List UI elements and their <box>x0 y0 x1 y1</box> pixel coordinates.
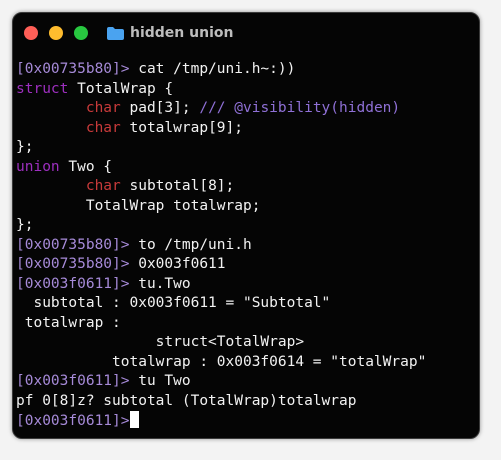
terminal-line: [0x00735b80]> 0x003f0611 <box>16 255 479 275</box>
terminal-line: TotalWrap totalwrap; <box>16 197 479 217</box>
terminal-text: tu Two <box>138 373 191 389</box>
terminal-text: 0x003f0611 <box>138 256 226 272</box>
terminal-window: hidden union [0x00735b80]> cat /tmp/uni.… <box>12 12 480 439</box>
terminal-text: cat /tmp/uni.h~:)) <box>138 61 296 77</box>
maximize-button[interactable] <box>74 26 88 40</box>
minimize-button[interactable] <box>49 26 63 40</box>
terminal-text: char <box>85 178 121 194</box>
title-bar: hidden union <box>13 13 479 49</box>
prompt-text: [0x003f0611]> <box>16 275 139 292</box>
close-button[interactable] <box>24 26 38 40</box>
terminal-line: char pad[3]; /// @visibility(hidden) <box>16 99 479 119</box>
terminal-line: totalwrap : <box>16 314 479 334</box>
folder-icon <box>107 26 124 40</box>
terminal-line: subtotal : 0x003f0611 = "Subtotal" <box>16 294 479 314</box>
terminal-line: union Two { <box>16 158 479 178</box>
terminal-line: struct<TotalWrap> <box>16 333 479 353</box>
prompt-text: [0x003f0611]> <box>16 373 139 389</box>
terminal-text: totalwrap[9]; <box>120 119 243 136</box>
terminal-text: struct <box>16 80 69 97</box>
terminal-text: /// @visibility(hidden) <box>199 100 401 116</box>
prompt-text: [0x003f0611]> <box>16 413 130 429</box>
terminal-line: [0x00735b80]> to /tmp/uni.h <box>16 236 479 256</box>
terminal-text: subtotal : 0x003f0611 = "Subtotal" <box>16 295 331 311</box>
terminal-text: pf 0[8]z? subtotal (TotalWrap)totalwrap <box>16 392 357 409</box>
terminal-line: [0x00735b80]> cat /tmp/uni.h~:)) <box>16 60 479 80</box>
terminal-text: struct<TotalWrap> <box>16 334 305 350</box>
terminal-line: struct TotalWrap { <box>16 80 479 100</box>
terminal-line: pf 0[8]z? subtotal (TotalWrap)totalwrap <box>16 392 479 412</box>
terminal-line: }; <box>16 138 479 158</box>
prompt-text: [0x00735b80]> <box>16 236 139 253</box>
prompt-text: [0x00735b80]> <box>16 61 139 77</box>
terminal-line: [0x003f0611]> tu Two <box>16 372 479 392</box>
terminal-text: TotalWrap totalwrap; <box>16 197 261 214</box>
terminal-text: }; <box>16 139 34 155</box>
terminal-line: char totalwrap[9]; <box>16 119 479 139</box>
terminal-text: pad[3]; <box>120 100 200 116</box>
terminal-line: totalwrap : 0x003f0614 = "totalWrap" <box>16 353 479 373</box>
terminal-text: }; <box>16 217 34 233</box>
terminal-text: Two { <box>59 158 113 175</box>
terminal-text: union <box>16 158 60 175</box>
terminal-text: totalwrap : 0x003f0614 = "totalWrap" <box>16 353 427 370</box>
terminal-text: totalwrap : <box>16 314 121 331</box>
terminal-line: }; <box>16 216 479 236</box>
window-title: hidden union <box>107 23 233 43</box>
prompt-text: [0x00735b80]> <box>16 256 139 272</box>
terminal-line: [0x003f0611]> tu.Two <box>16 275 479 295</box>
terminal-text: subtotal[8]; <box>120 178 235 194</box>
terminal-line: char subtotal[8]; <box>16 177 479 197</box>
terminal-text: char <box>85 119 121 136</box>
terminal-text: to /tmp/uni.h <box>138 236 252 253</box>
terminal-cursor <box>129 411 139 428</box>
terminal-text: TotalWrap { <box>68 80 174 97</box>
terminal-line: [0x003f0611]> <box>16 411 479 431</box>
terminal-text: tu.Two <box>138 275 191 292</box>
terminal-output[interactable]: [0x00735b80]> cat /tmp/uni.h~:)) struct T… <box>16 60 479 431</box>
terminal-text: char <box>85 100 121 116</box>
window-title-text: hidden union <box>130 25 234 41</box>
